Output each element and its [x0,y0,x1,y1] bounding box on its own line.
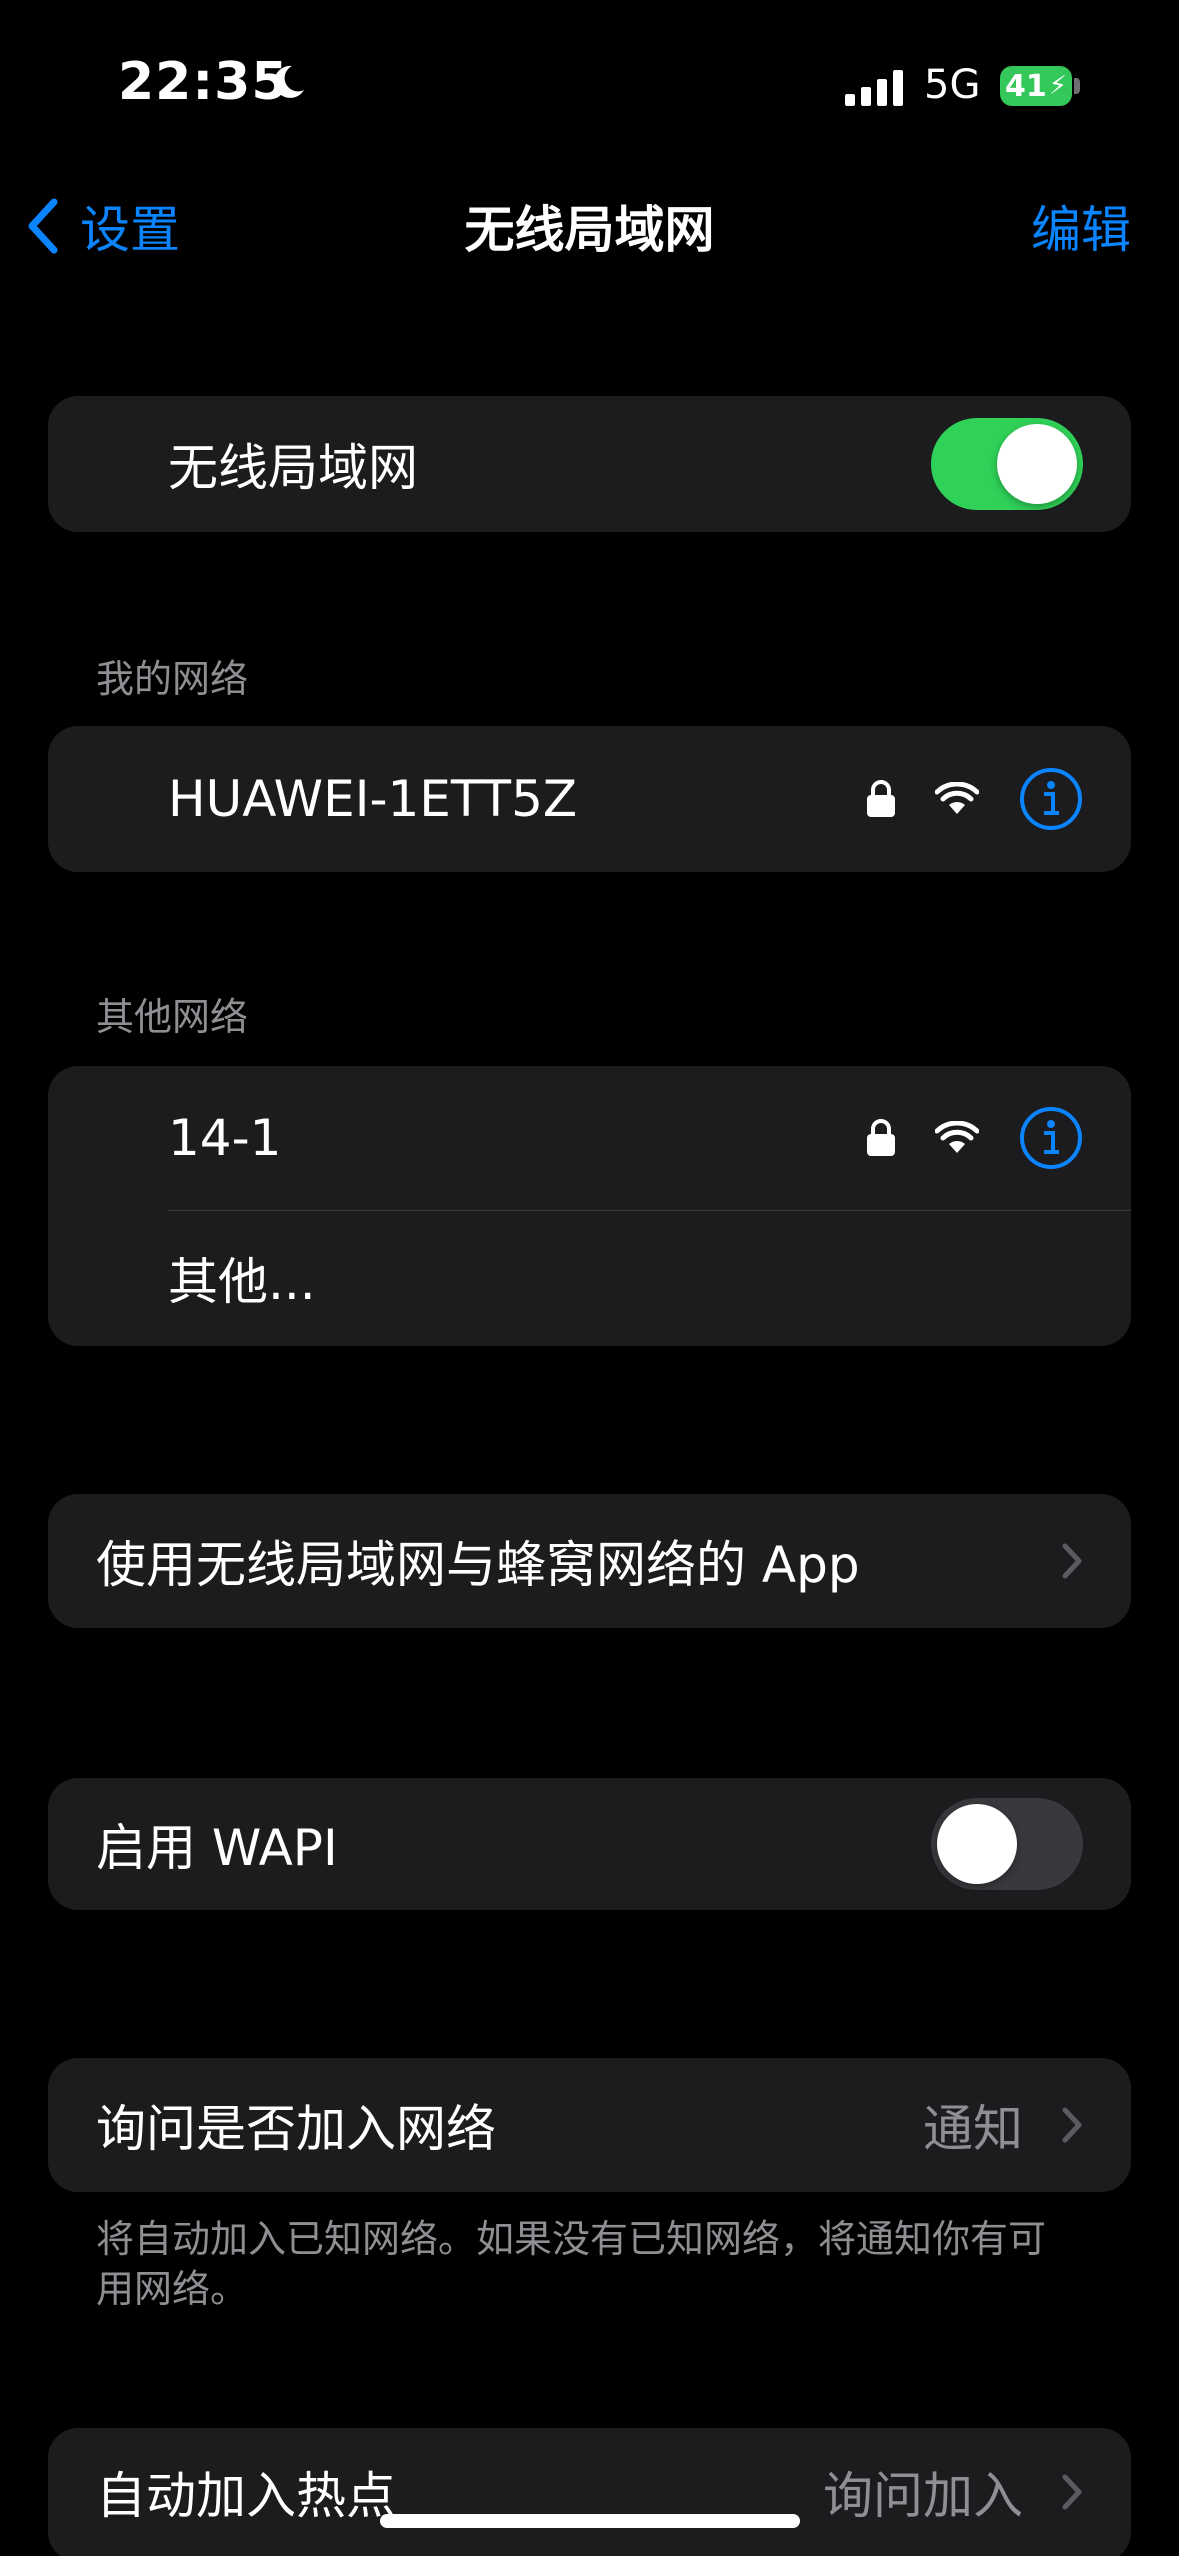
chevron-right-icon [1062,2107,1082,2143]
apps-row[interactable]: 使用无线局域网与蜂窝网络的 App [48,1494,1131,1628]
status-time: 22:35 [118,52,289,112]
ask-join-value: 通知 [923,2100,1023,2158]
network-name: 14-1 [168,1109,282,1167]
other-networks-header: 其他网络 [96,995,249,1039]
info-icon[interactable] [1019,767,1083,831]
wifi-toggle-group: 无线局域网 [48,396,1131,532]
moon-icon [274,65,304,98]
info-icon[interactable] [1019,1106,1083,1170]
wapi-group: 启用 WAPI [48,1778,1131,1910]
apps-group: 使用无线局域网与蜂窝网络的 App [48,1494,1131,1628]
auto-hotspot-row[interactable]: 自动加入热点 询问加入 [48,2428,1131,2556]
ask-join-footer: 将自动加入已知网络。如果没有已知网络，将通知你有可用网络。 [96,2217,1047,2311]
network-row[interactable]: HUAWEI-1ETT5Z [48,726,1131,872]
my-networks-group: HUAWEI-1ETT5Z [48,726,1131,872]
wifi-toggle-label: 无线局域网 [168,439,418,497]
chevron-right-icon [1062,2474,1082,2510]
auto-hotspot-group: 自动加入热点 询问加入 [48,2428,1131,2556]
wifi-icon [935,782,979,814]
edit-button[interactable]: 编辑 [1031,190,1131,262]
back-button[interactable]: 设置 [26,190,180,262]
other-network-label: 其他... [168,1253,316,1311]
network-status-icons [865,1106,1083,1170]
battery-level: 41 [1004,68,1047,104]
back-label: 设置 [80,201,180,259]
wifi-settings-screen: 22:35 5G 41 ⚡ 设置 无线局域网 编辑 无线局域网 我的网络 HUA [0,0,1179,2556]
ask-join-label: 询问是否加入网络 [96,2100,496,2158]
apps-row-label: 使用无线局域网与蜂窝网络的 App [96,1536,860,1594]
wifi-icon [935,1121,979,1153]
wifi-toggle-switch[interactable] [931,418,1083,510]
ask-join-row[interactable]: 询问是否加入网络 通知 [48,2058,1131,2192]
cellular-signal-icon [845,68,903,106]
other-network-row[interactable]: 其他... [48,1210,1131,1346]
wapi-row: 启用 WAPI [48,1778,1131,1910]
my-networks-header: 我的网络 [96,657,249,701]
network-type-label: 5G [924,62,981,108]
auto-hotspot-label: 自动加入热点 [96,2467,396,2525]
battery-icon: 41 ⚡ [1000,66,1072,106]
home-indicator[interactable] [380,2514,800,2528]
toggle-knob [997,424,1077,504]
wapi-label: 启用 WAPI [96,1819,338,1877]
lock-icon [867,1119,895,1156]
wapi-toggle-switch[interactable] [931,1798,1083,1890]
network-status-icons [865,767,1083,831]
toggle-knob [937,1804,1017,1884]
other-networks-group: 14-1 其他... [48,1066,1131,1346]
lock-icon [867,780,895,817]
chevron-left-icon [28,198,58,254]
chevron-right-icon [1062,1543,1082,1579]
network-name: HUAWEI-1ETT5Z [168,770,578,828]
auto-hotspot-value: 询问加入 [823,2467,1023,2525]
network-row[interactable]: 14-1 [48,1066,1131,1210]
ask-join-group: 询问是否加入网络 通知 [48,2058,1131,2192]
battery-cap [1074,78,1080,94]
wifi-toggle-row: 无线局域网 [48,396,1131,532]
